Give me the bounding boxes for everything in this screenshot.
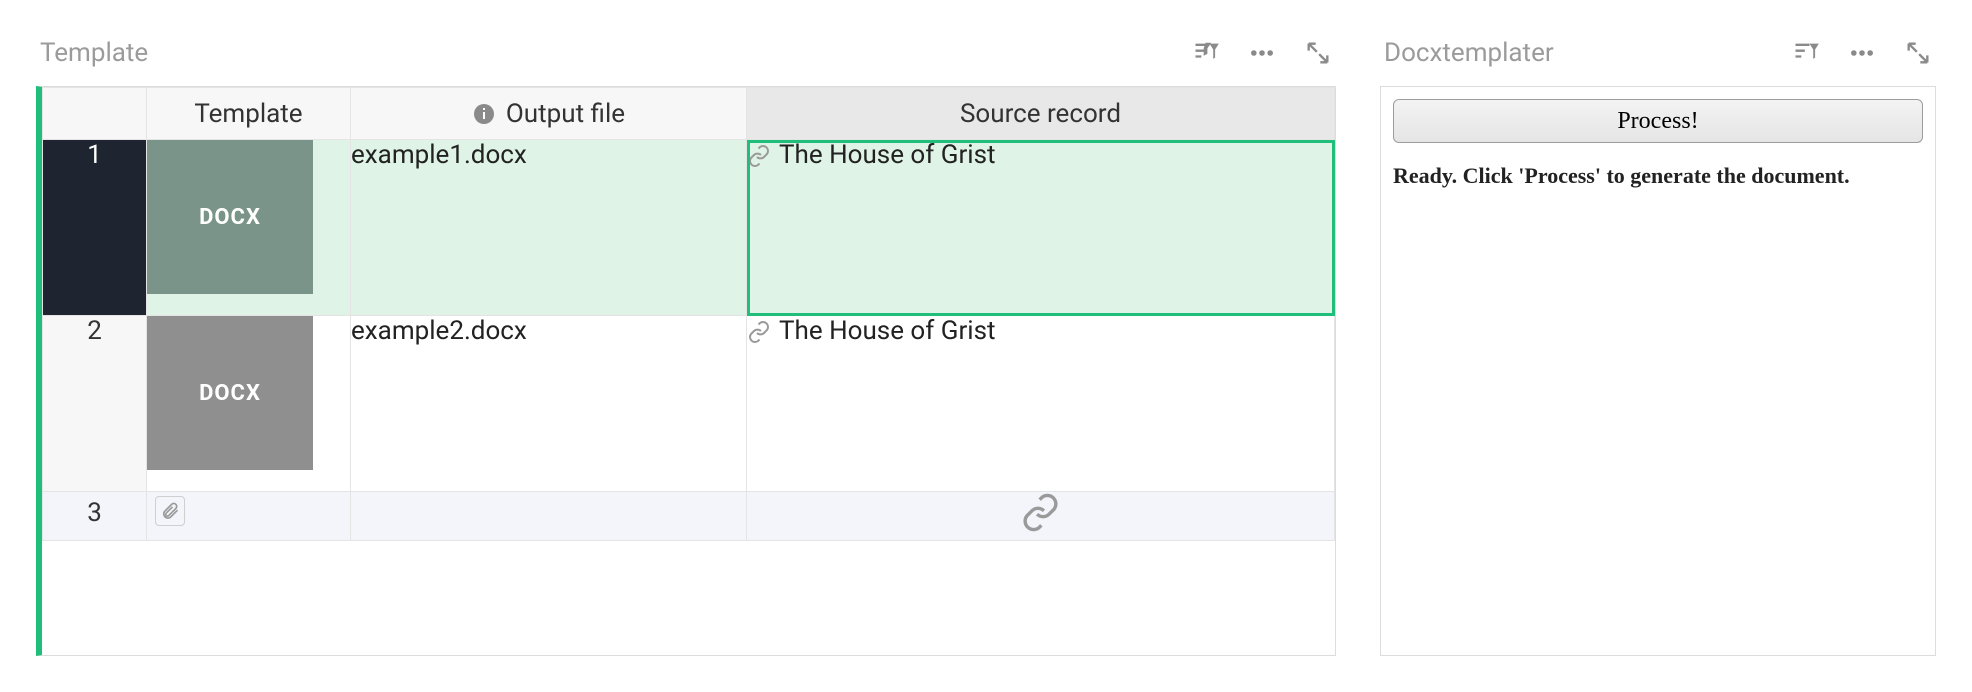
table-row[interactable]: 1 DOCX example1.docx (43, 140, 1335, 316)
docx-thumbnail[interactable]: DOCX (147, 316, 313, 470)
info-icon (472, 102, 496, 126)
table-row[interactable]: 2 DOCX example2.docx (43, 316, 1335, 492)
cell-source-text: The House of Grist (779, 140, 996, 170)
expand-icon[interactable] (1904, 39, 1932, 67)
template-grid[interactable]: Template Output file Source record (36, 86, 1336, 656)
table-header-row: Template Output file Source record (43, 88, 1335, 140)
cell-output[interactable]: example2.docx (351, 316, 747, 492)
cell-source[interactable]: The House of Grist (747, 140, 1335, 316)
template-panel-title: Template (40, 38, 1192, 68)
template-panel-header: Template (36, 36, 1336, 86)
cell-source-empty[interactable] (747, 492, 1335, 541)
cell-output[interactable]: example1.docx (351, 140, 747, 316)
docx-thumbnail[interactable]: DOCX (147, 140, 313, 294)
cell-source[interactable]: The House of Grist (747, 316, 1335, 492)
header-output[interactable]: Output file (351, 88, 747, 140)
more-icon[interactable] (1848, 39, 1876, 67)
cell-template[interactable]: DOCX (147, 316, 351, 492)
template-panel: Template (36, 36, 1336, 692)
docxtemplater-widget: Process! Ready. Click 'Process' to gener… (1380, 86, 1936, 656)
expand-icon[interactable] (1304, 39, 1332, 67)
header-source[interactable]: Source record (747, 88, 1335, 140)
filter-icon[interactable] (1792, 39, 1820, 67)
row-number[interactable]: 1 (43, 140, 147, 316)
docxtemplater-panel: Docxtemplater (1380, 36, 1936, 692)
header-template[interactable]: Template (147, 88, 351, 140)
link-icon (747, 510, 1334, 540)
status-text: Ready. Click 'Process' to generate the d… (1393, 163, 1923, 189)
more-icon[interactable] (1248, 39, 1276, 67)
cell-template-empty[interactable] (147, 492, 351, 541)
process-button[interactable]: Process! (1393, 99, 1923, 143)
row-number[interactable]: 3 (43, 492, 147, 541)
header-output-label: Output file (506, 99, 625, 129)
link-icon (747, 320, 771, 344)
docxtemplater-panel-header: Docxtemplater (1380, 36, 1936, 86)
table-row-new[interactable]: 3 (43, 492, 1335, 541)
row-number[interactable]: 2 (43, 316, 147, 492)
cell-template[interactable]: DOCX (147, 140, 351, 316)
cell-output-empty[interactable] (351, 492, 747, 541)
docxtemplater-panel-title: Docxtemplater (1384, 38, 1792, 68)
filter-icon[interactable] (1192, 39, 1220, 67)
attachment-icon[interactable] (155, 496, 185, 526)
cell-source-text: The House of Grist (779, 316, 996, 346)
header-rownum (43, 88, 147, 140)
link-icon (747, 144, 771, 168)
